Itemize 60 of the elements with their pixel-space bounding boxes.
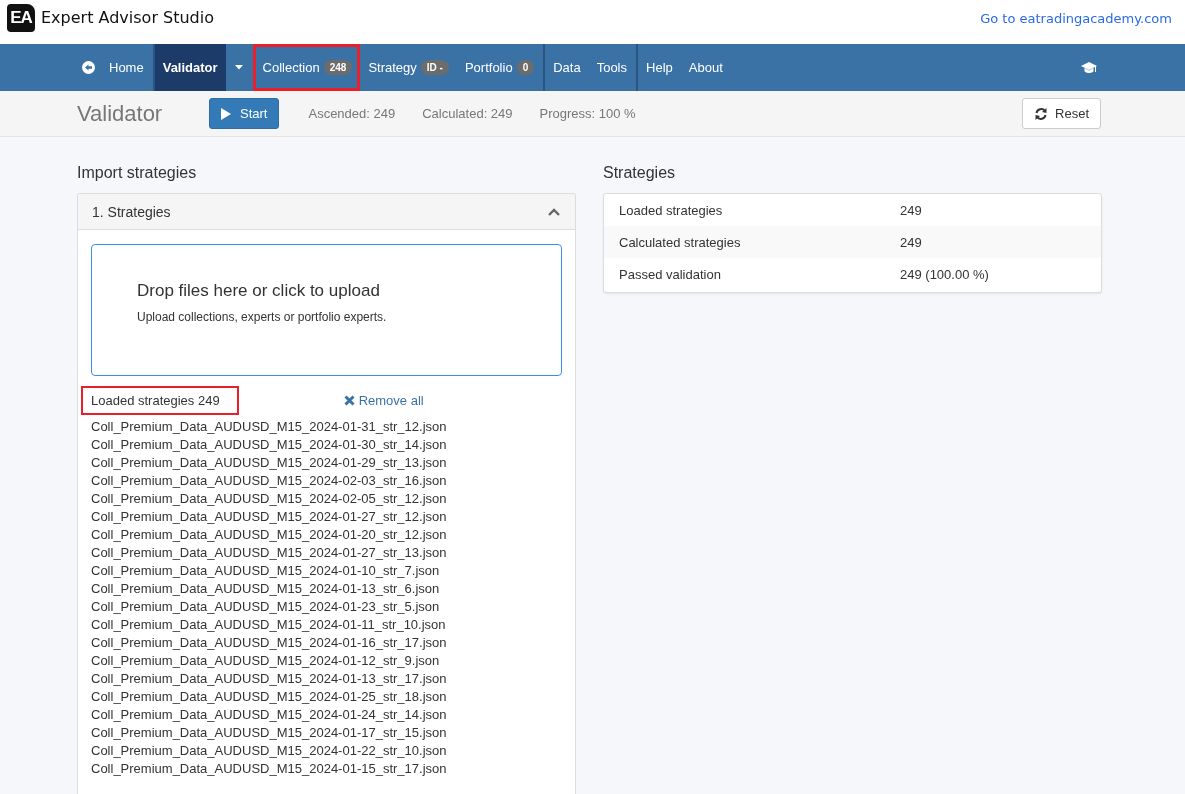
start-button[interactable]: Start bbox=[209, 98, 280, 129]
file-name: Coll_Premium_Data_AUDUSD_M15_2024-01-27_str_13.json bbox=[91, 544, 448, 562]
file-name: Coll_Premium_Data_AUDUSD_M15_2024-01-29_str_13.json bbox=[91, 454, 448, 472]
logo-icon: EA bbox=[7, 4, 35, 32]
file-drop-zone[interactable]: Drop files here or click to upload Upload collections, experts or portfolio experts. bbox=[91, 244, 562, 376]
graduation-cap-icon[interactable] bbox=[1081, 62, 1097, 74]
nav-tab[interactable]: Tools bbox=[588, 44, 635, 91]
nav-tab[interactable]: Portfolio 0 bbox=[456, 44, 543, 91]
table-cell-text: Passed validation bbox=[619, 266, 722, 282]
back-arrow-icon bbox=[82, 61, 95, 74]
file-name: Coll_Premium_Data_AUDUSD_M15_2024-01-13_str_6.json bbox=[91, 580, 441, 598]
file-name: Coll_Premium_Data_AUDUSD_M15_2024-01-20_str_12.json bbox=[91, 526, 448, 544]
table-cell-text: Calculated strategies bbox=[619, 234, 742, 250]
website-link[interactable]: Go to eatradingacademy.com bbox=[980, 10, 1172, 26]
chevron-up-icon[interactable] bbox=[548, 207, 560, 216]
nav-tab[interactable]: Strategy ID - bbox=[360, 44, 457, 91]
reset-button[interactable]: Reset bbox=[1022, 98, 1101, 129]
status-text: Progress: 100 % bbox=[539, 106, 636, 121]
table-cell-text: Loaded strategies bbox=[619, 202, 724, 218]
file-name: Coll_Premium_Data_AUDUSD_M15_2024-01-13_str_17.json bbox=[91, 670, 448, 688]
file-name: Coll_Premium_Data_AUDUSD_M15_2024-01-31_str_12.json bbox=[91, 418, 448, 436]
file-name: Coll_Premium_Data_AUDUSD_M15_2024-01-25_str_18.json bbox=[91, 688, 448, 706]
file-name: Coll_Premium_Data_AUDUSD_M15_2024-01-24_str_14.json bbox=[91, 706, 448, 724]
table-cell: 249 bbox=[900, 234, 922, 250]
loaded-count-text: Loaded strategies 249 bbox=[82, 386, 238, 414]
close-icon bbox=[343, 394, 355, 406]
nav-tab[interactable]: Collection 248 bbox=[252, 44, 361, 91]
dropzone-title: Drop files here or click to upload bbox=[137, 281, 381, 301]
panel-header[interactable]: 1. Strategies bbox=[78, 194, 575, 230]
file-name: Coll_Premium_Data_AUDUSD_M15_2024-01-30_str_14.json bbox=[91, 436, 448, 454]
page-title: Validator bbox=[77, 100, 164, 127]
status-text: Ascended: 249 bbox=[308, 106, 396, 121]
play-icon bbox=[221, 107, 231, 120]
file-name: Coll_Premium_Data_AUDUSD_M15_2024-01-17_str_15.json bbox=[91, 724, 448, 742]
file-name: Coll_Premium_Data_AUDUSD_M15_2024-02-03_str_16.json bbox=[91, 472, 448, 490]
section-heading: Import strategies bbox=[77, 164, 198, 182]
app-title: Expert Advisor Studio bbox=[41, 7, 214, 27]
file-name: Coll_Premium_Data_AUDUSD_M15_2024-01-10_str_7.json bbox=[91, 562, 441, 580]
file-name: Coll_Premium_Data_AUDUSD_M15_2024-01-23_str_5.json bbox=[91, 598, 441, 616]
refresh-icon bbox=[1034, 106, 1049, 121]
table-cell: 249 bbox=[900, 202, 922, 218]
file-name: Coll_Premium_Data_AUDUSD_M15_2024-01-12_str_9.json bbox=[91, 652, 441, 670]
file-name: Coll_Premium_Data_AUDUSD_M15_2024-01-15_str_17.json bbox=[91, 760, 448, 778]
file-name: Coll_Premium_Data_AUDUSD_M15_2024-02-05_str_12.json bbox=[91, 490, 448, 508]
file-name: Coll_Premium_Data_AUDUSD_M15_2024-01-22_str_10.json bbox=[91, 742, 448, 760]
nav-tab[interactable]: Home bbox=[74, 44, 152, 91]
remove-all-link[interactable]: Remove all bbox=[343, 392, 424, 408]
file-name: Coll_Premium_Data_AUDUSD_M15_2024-01-27_str_12.json bbox=[91, 508, 448, 526]
nav-tab[interactable]: Validator bbox=[152, 44, 226, 91]
dropzone-hint: Upload collections, experts or portfolio experts. bbox=[137, 310, 388, 324]
caret-icon bbox=[234, 65, 243, 70]
status-text: Calculated: 249 bbox=[422, 106, 513, 121]
file-name: Coll_Premium_Data_AUDUSD_M15_2024-01-16_str_17.json bbox=[91, 634, 448, 652]
count-badge: 0 bbox=[516, 60, 535, 75]
nav-tab[interactable]: About bbox=[680, 44, 731, 91]
file-name: Coll_Premium_Data_AUDUSD_M15_2024-01-11_str_10.json bbox=[91, 616, 447, 634]
section-heading: Strategies bbox=[603, 164, 677, 182]
table-cell: 249 (100.00 %) bbox=[900, 266, 989, 282]
count-badge: ID - bbox=[420, 60, 449, 75]
count-badge: 248 bbox=[323, 60, 353, 75]
